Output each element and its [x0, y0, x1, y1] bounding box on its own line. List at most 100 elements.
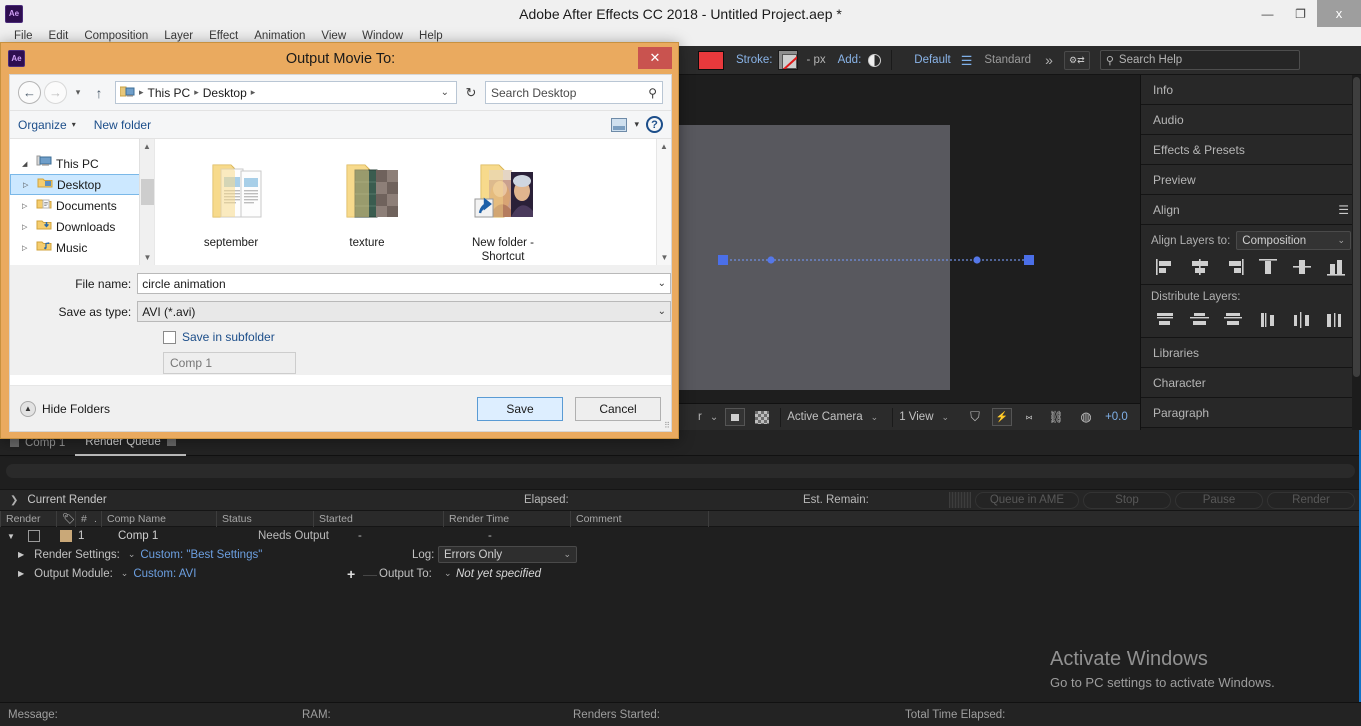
drag-grip-handle[interactable]: [949, 492, 971, 508]
distribute-horizontal-center-icon[interactable]: [1291, 311, 1313, 329]
distribute-top-icon[interactable]: [1155, 311, 1177, 329]
right-panel-scrollbar[interactable]: [1352, 75, 1361, 430]
organize-button[interactable]: Organize ▾: [18, 118, 76, 132]
remove-output-module-button[interactable]: —: [363, 566, 377, 582]
panel-paragraph[interactable]: Paragraph: [1141, 398, 1361, 428]
save-in-subfolder-label[interactable]: Save in subfolder: [182, 330, 275, 344]
view-chevron-down-icon[interactable]: ▾: [634, 119, 639, 130]
col-header-number[interactable]: #: [75, 511, 89, 527]
new-folder-button[interactable]: New folder: [94, 118, 151, 132]
output-module-value[interactable]: Custom: AVI: [133, 568, 196, 580]
overflow-chevrons-icon[interactable]: »: [1045, 52, 1052, 68]
scrollbar-thumb[interactable]: [141, 179, 154, 205]
align-top-icon[interactable]: [1257, 258, 1279, 276]
table-row[interactable]: ▼ 1 Comp 1 Needs Output - -: [0, 527, 1361, 545]
search-input[interactable]: Search Desktop ⚲: [485, 81, 663, 104]
render-settings-chevron-down-icon[interactable]: ⌄: [128, 549, 136, 560]
align-vertical-center-icon[interactable]: [1291, 258, 1313, 276]
scrollbar-thumb[interactable]: [1353, 77, 1360, 377]
panel-audio[interactable]: Audio: [1141, 105, 1361, 135]
fast-previews-icon[interactable]: ⚡: [992, 408, 1012, 426]
panel-character[interactable]: Character: [1141, 368, 1361, 398]
row-render-checkbox[interactable]: [28, 530, 40, 542]
recent-locations-chevron-down-icon[interactable]: ▾: [70, 87, 86, 98]
distribute-bottom-icon[interactable]: [1223, 311, 1245, 329]
help-icon[interactable]: ?: [646, 116, 663, 133]
add-shape-icon[interactable]: [868, 54, 881, 67]
tree-item-music[interactable]: ▷ Music: [10, 237, 154, 258]
pixel-aspect-correction-icon[interactable]: ⛉: [965, 408, 985, 426]
scroll-up-arrow-icon[interactable]: ▲: [140, 139, 154, 154]
cancel-button[interactable]: Cancel: [575, 397, 661, 421]
align-horizontal-center-icon[interactable]: [1189, 258, 1211, 276]
panel-info[interactable]: Info: [1141, 75, 1361, 105]
file-list[interactable]: september texture: [155, 139, 671, 265]
stroke-color-swatch[interactable]: [778, 50, 798, 70]
exposure-value[interactable]: +0.0: [1105, 411, 1128, 423]
tree-item-documents[interactable]: ▷ Documents: [10, 195, 154, 216]
list-item[interactable]: september: [183, 151, 279, 265]
col-header-render[interactable]: Render: [0, 511, 56, 527]
align-bottom-icon[interactable]: [1325, 258, 1347, 276]
row-label-color-chip[interactable]: [60, 530, 72, 542]
expander-icon[interactable]: ▷: [22, 223, 32, 231]
output-to-chevron-down-icon[interactable]: ⌄: [444, 568, 452, 579]
channel-chevron-down-icon[interactable]: ⌄: [710, 412, 718, 423]
tag-icon[interactable]: 🏷: [56, 511, 75, 527]
file-name-input[interactable]: circle animation ⌄: [137, 273, 671, 294]
panel-libraries[interactable]: Libraries: [1141, 338, 1361, 368]
panel-preview[interactable]: Preview: [1141, 165, 1361, 195]
col-header-render-time[interactable]: Render Time: [443, 511, 570, 527]
tree-scrollbar[interactable]: ▲ ▼: [139, 139, 154, 265]
timeline-graph-icon[interactable]: ⑅: [1019, 408, 1039, 426]
expander-icon[interactable]: ◢: [22, 160, 32, 168]
region-of-interest-icon[interactable]: [725, 408, 745, 426]
scroll-down-arrow-icon[interactable]: ▼: [140, 250, 155, 265]
back-button[interactable]: ←: [18, 81, 41, 104]
chevron-down-icon[interactable]: ⌄: [658, 306, 666, 317]
row-expand-triangle-icon[interactable]: ▼: [0, 532, 22, 541]
change-view-icon[interactable]: [611, 118, 627, 132]
stop-button[interactable]: Stop: [1083, 492, 1171, 509]
pause-button[interactable]: Pause: [1175, 492, 1263, 509]
render-button[interactable]: Render: [1267, 492, 1355, 509]
save-button[interactable]: Save: [477, 397, 563, 421]
search-help-input[interactable]: ⚲ Search Help: [1100, 50, 1300, 70]
add-label[interactable]: Add:: [838, 54, 862, 66]
align-right-icon[interactable]: [1223, 258, 1245, 276]
camera-select[interactable]: Active Camera ⌄: [780, 408, 884, 427]
scroll-up-arrow-icon[interactable]: ▲: [657, 139, 671, 154]
comp-flowchart-icon[interactable]: ⛓: [1046, 408, 1066, 426]
forward-button[interactable]: →: [44, 81, 67, 104]
resize-grip-icon[interactable]: ⠿: [664, 421, 669, 430]
transparency-grid-icon[interactable]: [752, 408, 772, 426]
align-left-icon[interactable]: [1155, 258, 1177, 276]
col-header-dot[interactable]: .: [89, 511, 101, 527]
col-header-started[interactable]: Started: [313, 511, 443, 527]
expander-icon[interactable]: ▷: [22, 202, 32, 210]
panel-effects-presets[interactable]: Effects & Presets: [1141, 135, 1361, 165]
tree-item-this-pc[interactable]: ◢ This PC: [10, 153, 154, 174]
render-settings-value[interactable]: Custom: "Best Settings": [140, 549, 262, 561]
breadcrumb-dropdown-icon[interactable]: ⌄: [441, 87, 452, 98]
hide-folders-button[interactable]: ▲ Hide Folders: [20, 401, 110, 417]
output-to-value[interactable]: Not yet specified: [456, 568, 541, 580]
breadcrumb-this-pc[interactable]: This PC: [148, 86, 191, 100]
workspace-settings-icon[interactable]: ⚙⇄: [1064, 51, 1090, 70]
tree-item-desktop[interactable]: ▷ Desktop: [10, 174, 152, 195]
minimize-button[interactable]: —: [1251, 0, 1284, 27]
distribute-right-icon[interactable]: [1325, 311, 1347, 329]
expander-icon[interactable]: ▷: [22, 244, 32, 252]
workspace-menu-icon[interactable]: ☰: [961, 54, 973, 67]
queue-in-ame-button[interactable]: Queue in AME: [975, 492, 1079, 509]
subfolder-name-input[interactable]: Comp 1: [163, 352, 296, 374]
file-list-scrollbar[interactable]: ▲ ▼: [656, 139, 671, 265]
list-item[interactable]: New folder - Shortcut: [455, 151, 551, 265]
save-as-type-select[interactable]: AVI (*.avi) ⌄: [137, 301, 671, 322]
breadcrumb[interactable]: ▸ This PC ▸ Desktop ▸ ⌄: [115, 81, 457, 104]
panel-align-menu-icon[interactable]: ☰: [1338, 203, 1349, 217]
expander-icon[interactable]: ▷: [23, 181, 33, 189]
dialog-close-button[interactable]: ✕: [638, 47, 672, 69]
stroke-width-value[interactable]: - px: [806, 54, 825, 66]
workspace-standard[interactable]: Standard: [984, 54, 1031, 66]
